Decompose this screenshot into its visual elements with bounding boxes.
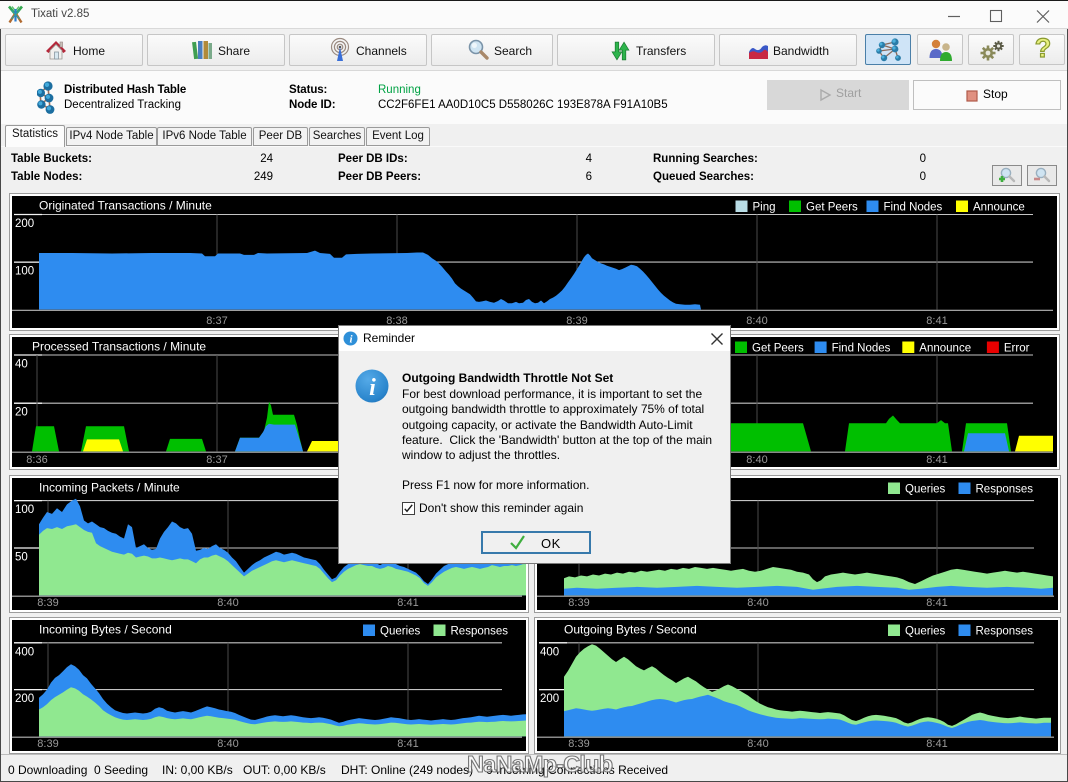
svg-text:Queries: Queries: [905, 484, 946, 496]
svg-text:200: 200: [540, 693, 559, 705]
svg-text:8:40: 8:40: [746, 454, 767, 466]
svg-text:8:41: 8:41: [397, 597, 418, 609]
svg-text:8:41: 8:41: [397, 738, 418, 750]
svg-text:200: 200: [15, 693, 34, 705]
svg-text:Announce: Announce: [919, 343, 971, 355]
svg-text:Outgoing Bytes / Second: Outgoing Bytes / Second: [564, 623, 697, 637]
svg-text:8:37: 8:37: [206, 454, 227, 466]
svg-text:8:37: 8:37: [206, 315, 227, 327]
svg-text:200: 200: [15, 218, 34, 230]
svg-text:100: 100: [15, 504, 34, 516]
svg-text:Ping: Ping: [753, 202, 776, 214]
svg-text:8:36: 8:36: [26, 454, 47, 466]
svg-text:8:41: 8:41: [926, 315, 947, 327]
svg-text:Incoming Bytes / Second: Incoming Bytes / Second: [39, 623, 172, 637]
svg-text:8:40: 8:40: [747, 597, 768, 609]
svg-text:Error: Error: [1004, 343, 1030, 355]
svg-text:Get Peers: Get Peers: [806, 202, 858, 214]
svg-text:Get Peers: Get Peers: [752, 343, 804, 355]
svg-text:Incoming Packets / Minute: Incoming Packets / Minute: [39, 481, 180, 495]
svg-text:20: 20: [15, 407, 28, 419]
svg-text:Responses: Responses: [976, 626, 1034, 638]
svg-text:400: 400: [540, 646, 559, 658]
svg-text:50: 50: [15, 552, 28, 564]
svg-text:8:39: 8:39: [568, 738, 589, 750]
svg-text:8:40: 8:40: [217, 597, 238, 609]
svg-text:Announce: Announce: [973, 202, 1025, 214]
svg-text:8:41: 8:41: [926, 597, 947, 609]
svg-text:Find Nodes: Find Nodes: [884, 202, 943, 214]
svg-text:Find Nodes: Find Nodes: [832, 343, 891, 355]
svg-text:Processed Transactions / Minut: Processed Transactions / Minute: [32, 340, 206, 354]
svg-text:Responses: Responses: [976, 484, 1034, 496]
svg-text:8:40: 8:40: [747, 738, 768, 750]
svg-text:Originated Transactions / Minu: Originated Transactions / Minute: [39, 199, 212, 213]
svg-text:i: i: [369, 375, 376, 401]
svg-text:Queries: Queries: [380, 626, 421, 638]
svg-text:8:41: 8:41: [926, 738, 947, 750]
svg-text:40: 40: [15, 359, 28, 371]
svg-text:8:39: 8:39: [568, 597, 589, 609]
svg-text:8:40: 8:40: [217, 738, 238, 750]
svg-text:400: 400: [15, 646, 34, 658]
svg-text:100: 100: [15, 266, 34, 278]
svg-text:8:39: 8:39: [37, 738, 58, 750]
svg-text:8:41: 8:41: [926, 454, 947, 466]
svg-text:Responses: Responses: [451, 626, 509, 638]
svg-text:8:40: 8:40: [746, 315, 767, 327]
svg-text:Queries: Queries: [905, 626, 946, 638]
svg-text:8:39: 8:39: [37, 597, 58, 609]
